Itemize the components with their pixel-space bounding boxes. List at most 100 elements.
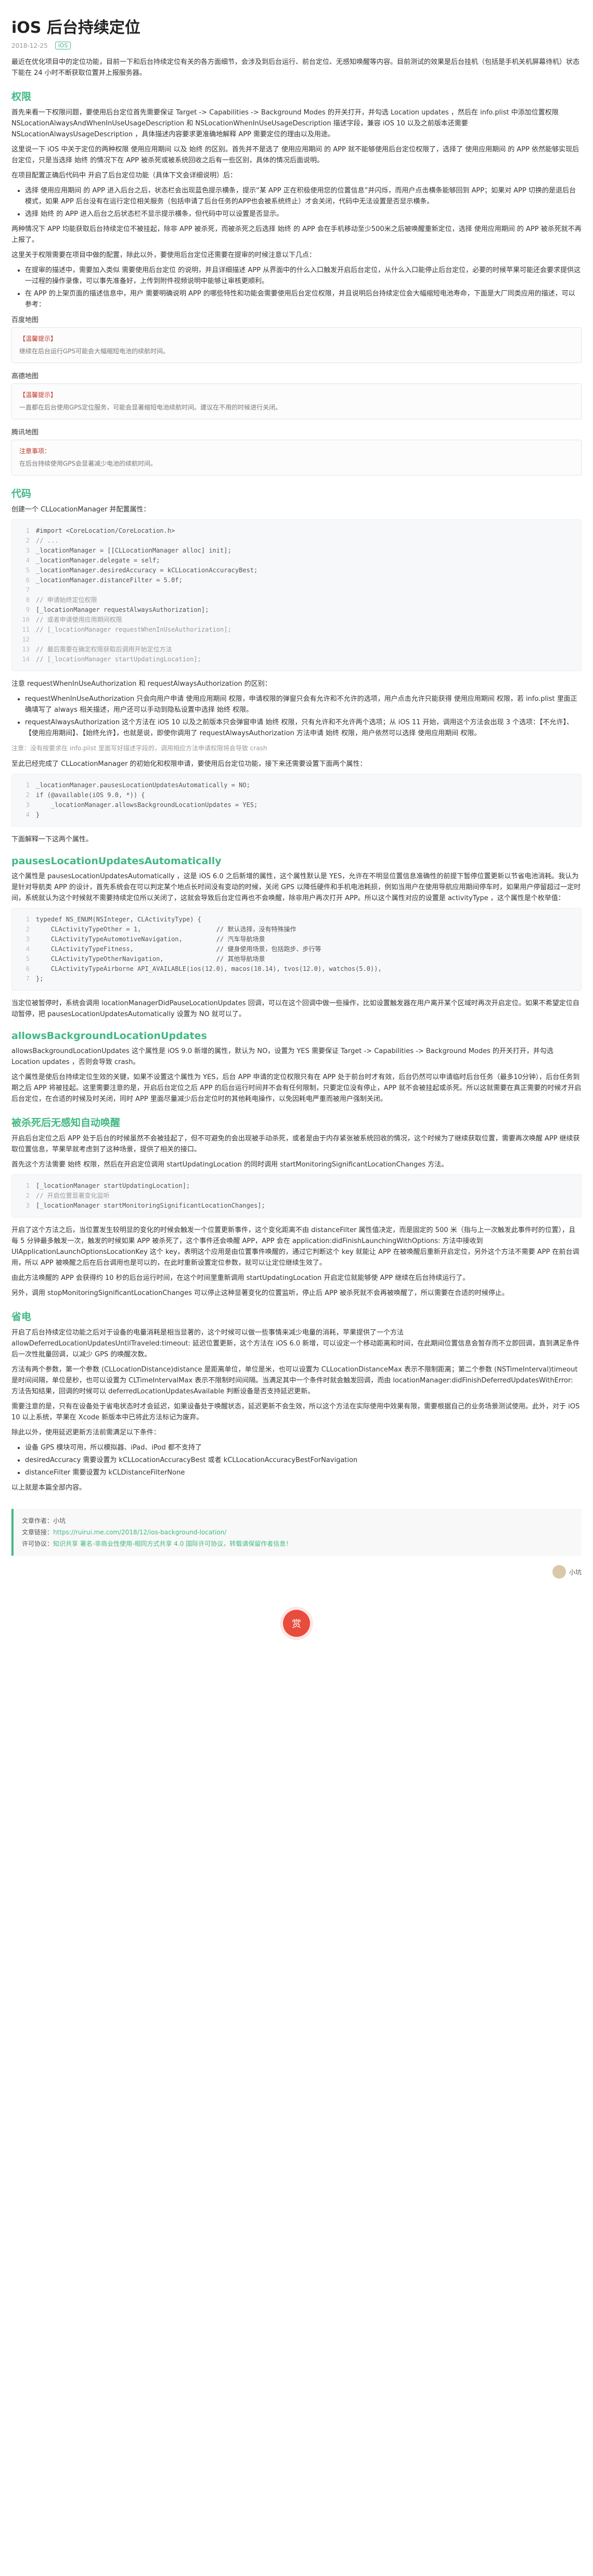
line-number: 13: [22, 646, 30, 653]
list-item: 选择 始终 的 APP 进入后台之后状态栏不显示提示横条，但代码中可以设置是否显…: [25, 209, 582, 220]
line-text: _locationManager.pausesLocationUpdatesAu…: [36, 781, 250, 789]
line-number: 10: [22, 616, 30, 623]
code-line: 11 // [_locationManager requestWhenInUseA…: [12, 625, 581, 635]
example-name: 腾讯地图: [11, 429, 39, 437]
code-line: 5 _locationManager.desiredAccuracy = kCLL…: [12, 566, 581, 575]
article: iOS 后台持续定位 2018-12-25 iOS 最近在优化项目中的定位功能，…: [0, 0, 593, 1637]
paragraph: 两种情况下 APP 均能获取后台持续定位不被挂起，除非 APP 被杀死，而被杀死…: [11, 225, 582, 244]
post-meta: 2018-12-25 iOS: [11, 42, 582, 49]
heading-permission: 权限: [11, 91, 32, 102]
line-text: [_locationManager requestAlwaysAuthoriza…: [36, 606, 209, 613]
example-body: 继续在后台运行GPS可能会大幅缩短电池的续航时间。: [19, 348, 170, 355]
example-box: 注意事项： 在后台持续使用GPS会显著减少电池的续航时间。: [11, 440, 582, 476]
code-line: 7: [12, 585, 581, 595]
line-number: 1: [25, 1182, 30, 1189]
paragraph: 开启了后台持续定位功能之后对于设备的电量消耗是相当显著的，这个时候可以做一些事情…: [11, 1329, 580, 1359]
line-text: [_locationManager startMonitoringSignifi…: [36, 1202, 265, 1209]
list-item: desiredAccuracy 需要设置为 kCLLocationAccurac…: [25, 1455, 582, 1466]
code-line: 6 _locationManager.distanceFilter = 5.0f;: [12, 575, 581, 585]
paragraph: 注意 requestWhenInUseAuthorization 和 reque…: [11, 680, 272, 688]
author-name[interactable]: 小坑: [569, 1568, 582, 1577]
code-line: 5 CLActivityTypeOtherNavigation, // 其他导航…: [12, 954, 581, 964]
line-number: 4: [25, 811, 30, 818]
list-item: 设备 GPS 模块可用，所以模拟器、iPad、iPod 都不支持了: [25, 1442, 582, 1453]
paragraph: 方法有两个参数，第一个参数 (CLLocationDistance)distan…: [11, 1366, 578, 1395]
example-body: 一直都在后台使用GPS定位服务，可能会显著缩短电池续航时间。建议在不用的时候进行…: [19, 404, 282, 411]
code-line: 2 if (@available(iOS 9.0, *)) {: [12, 790, 581, 800]
post-title: iOS 后台持续定位: [11, 19, 140, 37]
line-number: 4: [25, 945, 30, 953]
line-text: CLActivityTypeOther = 1, // 默认选择，没有特殊操作: [36, 926, 296, 933]
line-number: 4: [25, 557, 30, 564]
code-block: 1 _locationManager.pausesLocationUpdatesA…: [11, 774, 582, 827]
code-line: 3 [_locationManager startMonitoringSignif…: [12, 1201, 581, 1211]
line-text: // 开启位置显著变化监听: [36, 1192, 110, 1199]
list-item: distanceFilter 需要设置为 kCLDistanceFilterNo…: [25, 1467, 582, 1478]
line-number: 3: [25, 547, 30, 554]
line-number: 2: [25, 1192, 30, 1199]
line-number: 8: [25, 596, 30, 604]
code-line: 1 _locationManager.pausesLocationUpdatesA…: [12, 780, 581, 790]
code-line: 3 CLActivityTypeAutomotiveNavigation, //…: [12, 934, 581, 944]
post-tag[interactable]: iOS: [55, 42, 71, 49]
avatar[interactable]: [552, 1565, 566, 1579]
code-line: 2 // 开启位置显著变化监听: [12, 1191, 581, 1201]
heading-pauses: pausesLocationUpdatesAutomatically: [11, 855, 222, 867]
line-text: _locationManager.distanceFilter = 5.0f;: [36, 576, 183, 584]
code-line: 4 _locationManager.delegate = self;: [12, 556, 581, 566]
paragraph: 当定位被暂停时，系统会调用 locationManagerDidPauseLoc…: [11, 999, 579, 1018]
label: 文章链接：: [22, 1529, 54, 1536]
line-text: };: [36, 975, 44, 982]
line-number: 3: [25, 1202, 30, 1209]
line-number: 14: [22, 656, 30, 663]
paragraph: allowsBackgroundLocationUpdates 这个属性是 iO…: [11, 1047, 553, 1066]
warning-note: 注意：没有按要求在 info.plist 里面写好描述字段的，调用相应方法申请权…: [11, 745, 267, 752]
paragraph: 开启了这个方法之后，当位置发生较明显的变化的时候会触发一个位置更新事件，这个变化…: [11, 1226, 579, 1267]
list: 在提审的描述中，需要加入类似 需要使用后台定位 的说明，并且详细描述 APP 从…: [11, 265, 582, 310]
line-text: // 申请始终定位权限: [36, 596, 97, 604]
line-text: // 最后需要在确定权限获取后调用开始定位方法: [36, 646, 172, 653]
list: 设备 GPS 模块可用，所以模拟器、iPad、iPod 都不支持了 desire…: [11, 1442, 582, 1478]
code-line: 4}: [12, 810, 581, 820]
paragraph: 另外，调用 stopMonitoringSignificantLocationC…: [11, 1289, 509, 1297]
example-name: 高德地图: [11, 373, 39, 380]
code-line: 10 // 或者申请使用应用期间权限: [12, 615, 581, 625]
paragraph: 需要注意的是，只有在设备处于省电状态时才会延迟，如果设备处于唤醒状态，延迟更新不…: [11, 1403, 580, 1421]
line-text: #import <CoreLocation/CoreLocation.h>: [36, 527, 175, 534]
example-head: 【温馨提示】: [19, 335, 57, 342]
code-line: 9 [_locationManager requestAlwaysAuthoriz…: [12, 605, 581, 615]
post-date: 2018-12-25: [11, 42, 48, 49]
line-number: 2: [25, 537, 30, 544]
line-number: 1: [25, 781, 30, 789]
line-text: // [_locationManager startUpdatingLocati…: [36, 656, 201, 663]
code-line: 14 // [_locationManager startUpdatingLoca…: [12, 655, 581, 664]
code-line: 1 typedef NS_ENUM(NSInteger, CLActivityTy…: [12, 915, 581, 925]
copyright-author: 文章作者：小坑: [22, 1515, 573, 1527]
line-text: // ...: [36, 537, 59, 544]
article-link[interactable]: https://ruirui.me.com/2018/12/ios-backgr…: [53, 1529, 226, 1536]
line-number: 11: [22, 626, 30, 633]
code-line: 12: [12, 635, 581, 645]
line-text: }: [36, 811, 40, 818]
paragraph: 以上就是本篇全部内容。: [11, 1484, 86, 1492]
code-line: 1 [_locationManager startUpdatingLocation…: [12, 1181, 581, 1191]
paragraph: 首先这个方法需要 始终 权限，然后在开启定位调用 startUpdatingLo…: [11, 1161, 448, 1169]
line-number: 2: [25, 791, 30, 799]
example-body: 在后台持续使用GPS会显著减少电池的续航时间。: [19, 460, 157, 467]
list-item: 选择 使用应用期间 的 APP 进入后台之后，状态栏会出现蓝色提示横条，提示“某…: [25, 185, 582, 207]
label: 许可协议：: [22, 1540, 54, 1547]
example-head: 【温馨提示】: [19, 391, 57, 399]
line-text: _locationManager.allowsBackgroundLocatio…: [36, 801, 258, 809]
code-line: 2 // ...: [12, 536, 581, 546]
line-text: CLActivityTypeOtherNavigation, // 其他导航场景: [36, 955, 265, 963]
license-link[interactable]: 知识共享 署名-非商业性使用-相同方式共享 4.0 国际许可协议，转载请保留作者…: [53, 1540, 292, 1547]
line-text: if (@available(iOS 9.0, *)) {: [36, 791, 145, 799]
reward-button[interactable]: 赏: [283, 1610, 310, 1637]
line-text: CLActivityTypeFitness, // 健身使用场景，包括跑步、步行…: [36, 945, 321, 953]
line-text: // 或者申请使用应用期间权限: [36, 616, 122, 623]
code-block: 1 typedef NS_ENUM(NSInteger, CLActivityTy…: [11, 908, 582, 991]
code-line: 3 _locationManager = [[CLLocationManager …: [12, 546, 581, 556]
list-item: requestAlwaysAuthorization 这个方法在 iOS 10 …: [25, 717, 582, 739]
code-line: 3 _locationManager.allowsBackgroundLocat…: [12, 800, 581, 810]
example-box: 【温馨提示】 一直都在后台使用GPS定位服务，可能会显著缩短电池续航时间。建议在…: [11, 383, 582, 419]
